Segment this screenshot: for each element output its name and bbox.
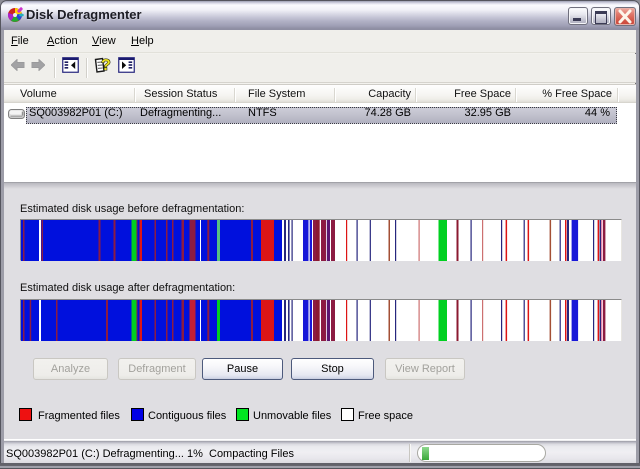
- svg-text:?: ?: [101, 57, 111, 74]
